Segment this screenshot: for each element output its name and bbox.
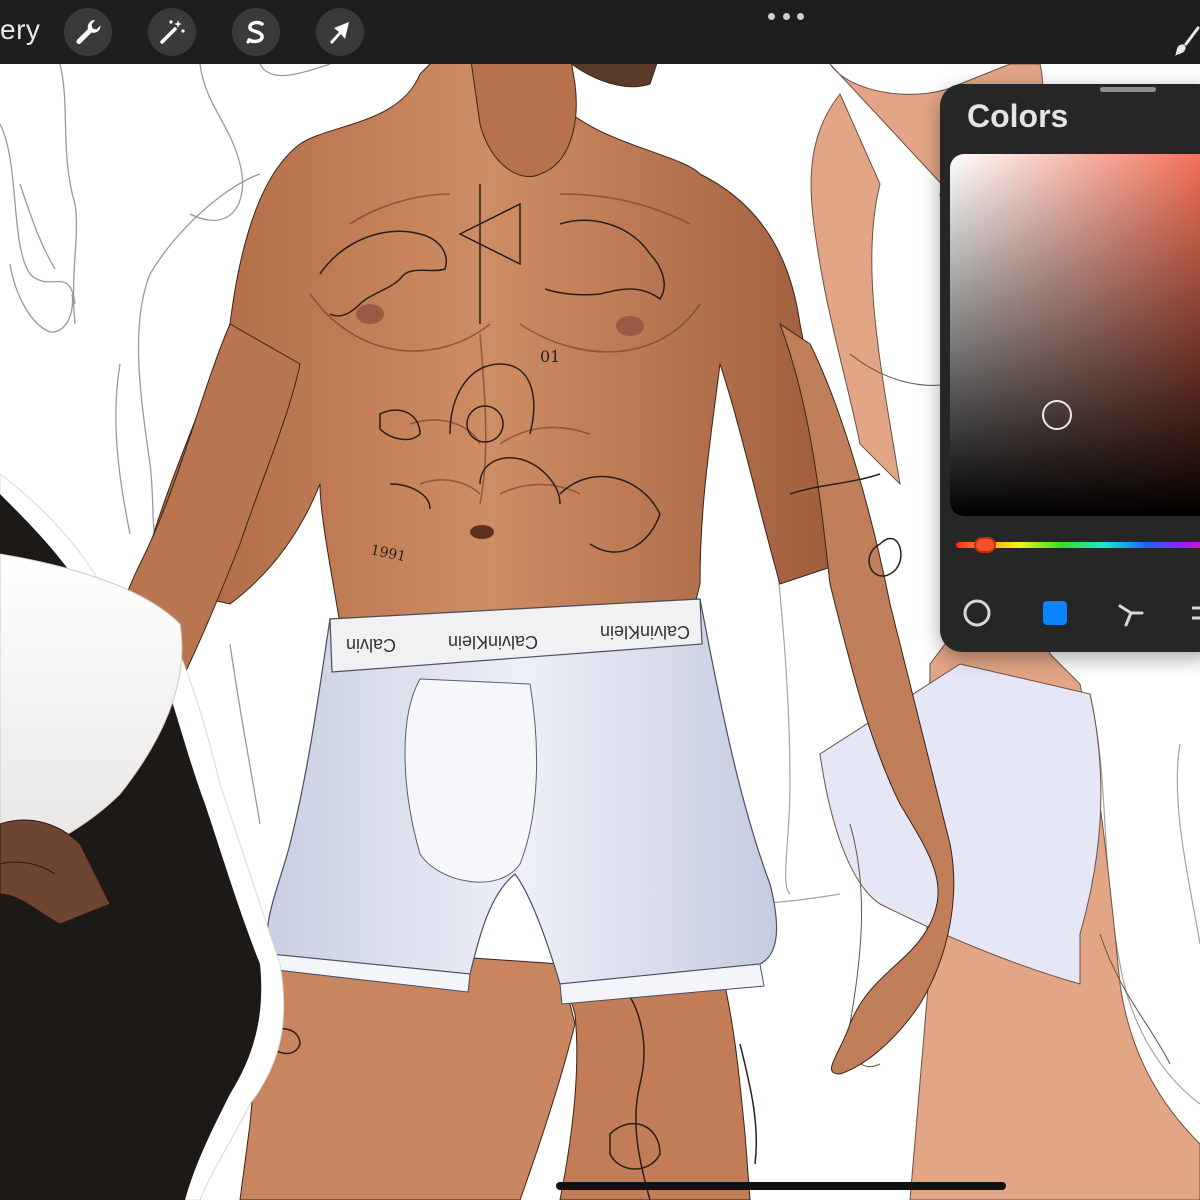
- color-picker-handle[interactable]: [1042, 400, 1072, 430]
- disc-mode-icon[interactable]: [962, 598, 992, 633]
- boxer-briefs: Calvin CalvinKlein CalvinKlein: [266, 598, 778, 1005]
- classic-mode-icon[interactable]: [1040, 598, 1070, 633]
- brush-icon[interactable]: [1172, 26, 1200, 56]
- actions-button[interactable]: [64, 8, 112, 56]
- more-dots-icon[interactable]: [768, 6, 804, 26]
- colors-panel[interactable]: Colors: [940, 84, 1200, 652]
- hue-slider-thumb[interactable]: [974, 537, 996, 553]
- transform-button[interactable]: [316, 8, 364, 56]
- navel: [470, 525, 494, 539]
- value-mode-icon[interactable]: [1188, 598, 1200, 633]
- waistband-label-2: CalvinKlein: [448, 632, 538, 652]
- left-nipple: [356, 304, 384, 324]
- magic-wand-icon: [157, 17, 187, 47]
- saturation-brightness-square[interactable]: [950, 154, 1200, 516]
- harmony-mode-icon[interactable]: [1116, 598, 1146, 633]
- home-indicator[interactable]: [556, 1182, 1006, 1190]
- waistband-label-1: Calvin: [346, 635, 396, 655]
- transform-arrow-icon: [325, 17, 355, 47]
- waistband-label-3: CalvinKlein: [600, 622, 690, 642]
- chest-number-tattoo: 01: [540, 347, 560, 366]
- selection-button[interactable]: [232, 8, 280, 56]
- colors-panel-title: Colors: [967, 98, 1069, 134]
- wrench-icon: [73, 17, 103, 47]
- selection-icon: [241, 17, 271, 47]
- adjustments-button[interactable]: [148, 8, 196, 56]
- top-toolbar: ery: [0, 0, 1200, 64]
- right-nipple: [616, 316, 644, 336]
- procreate-app: ery 01 1991 Calvin CalvinKlein CalvinKle…: [0, 0, 1200, 1200]
- panel-grabber-handle[interactable]: [1100, 87, 1156, 92]
- gallery-button[interactable]: ery: [0, 14, 40, 46]
